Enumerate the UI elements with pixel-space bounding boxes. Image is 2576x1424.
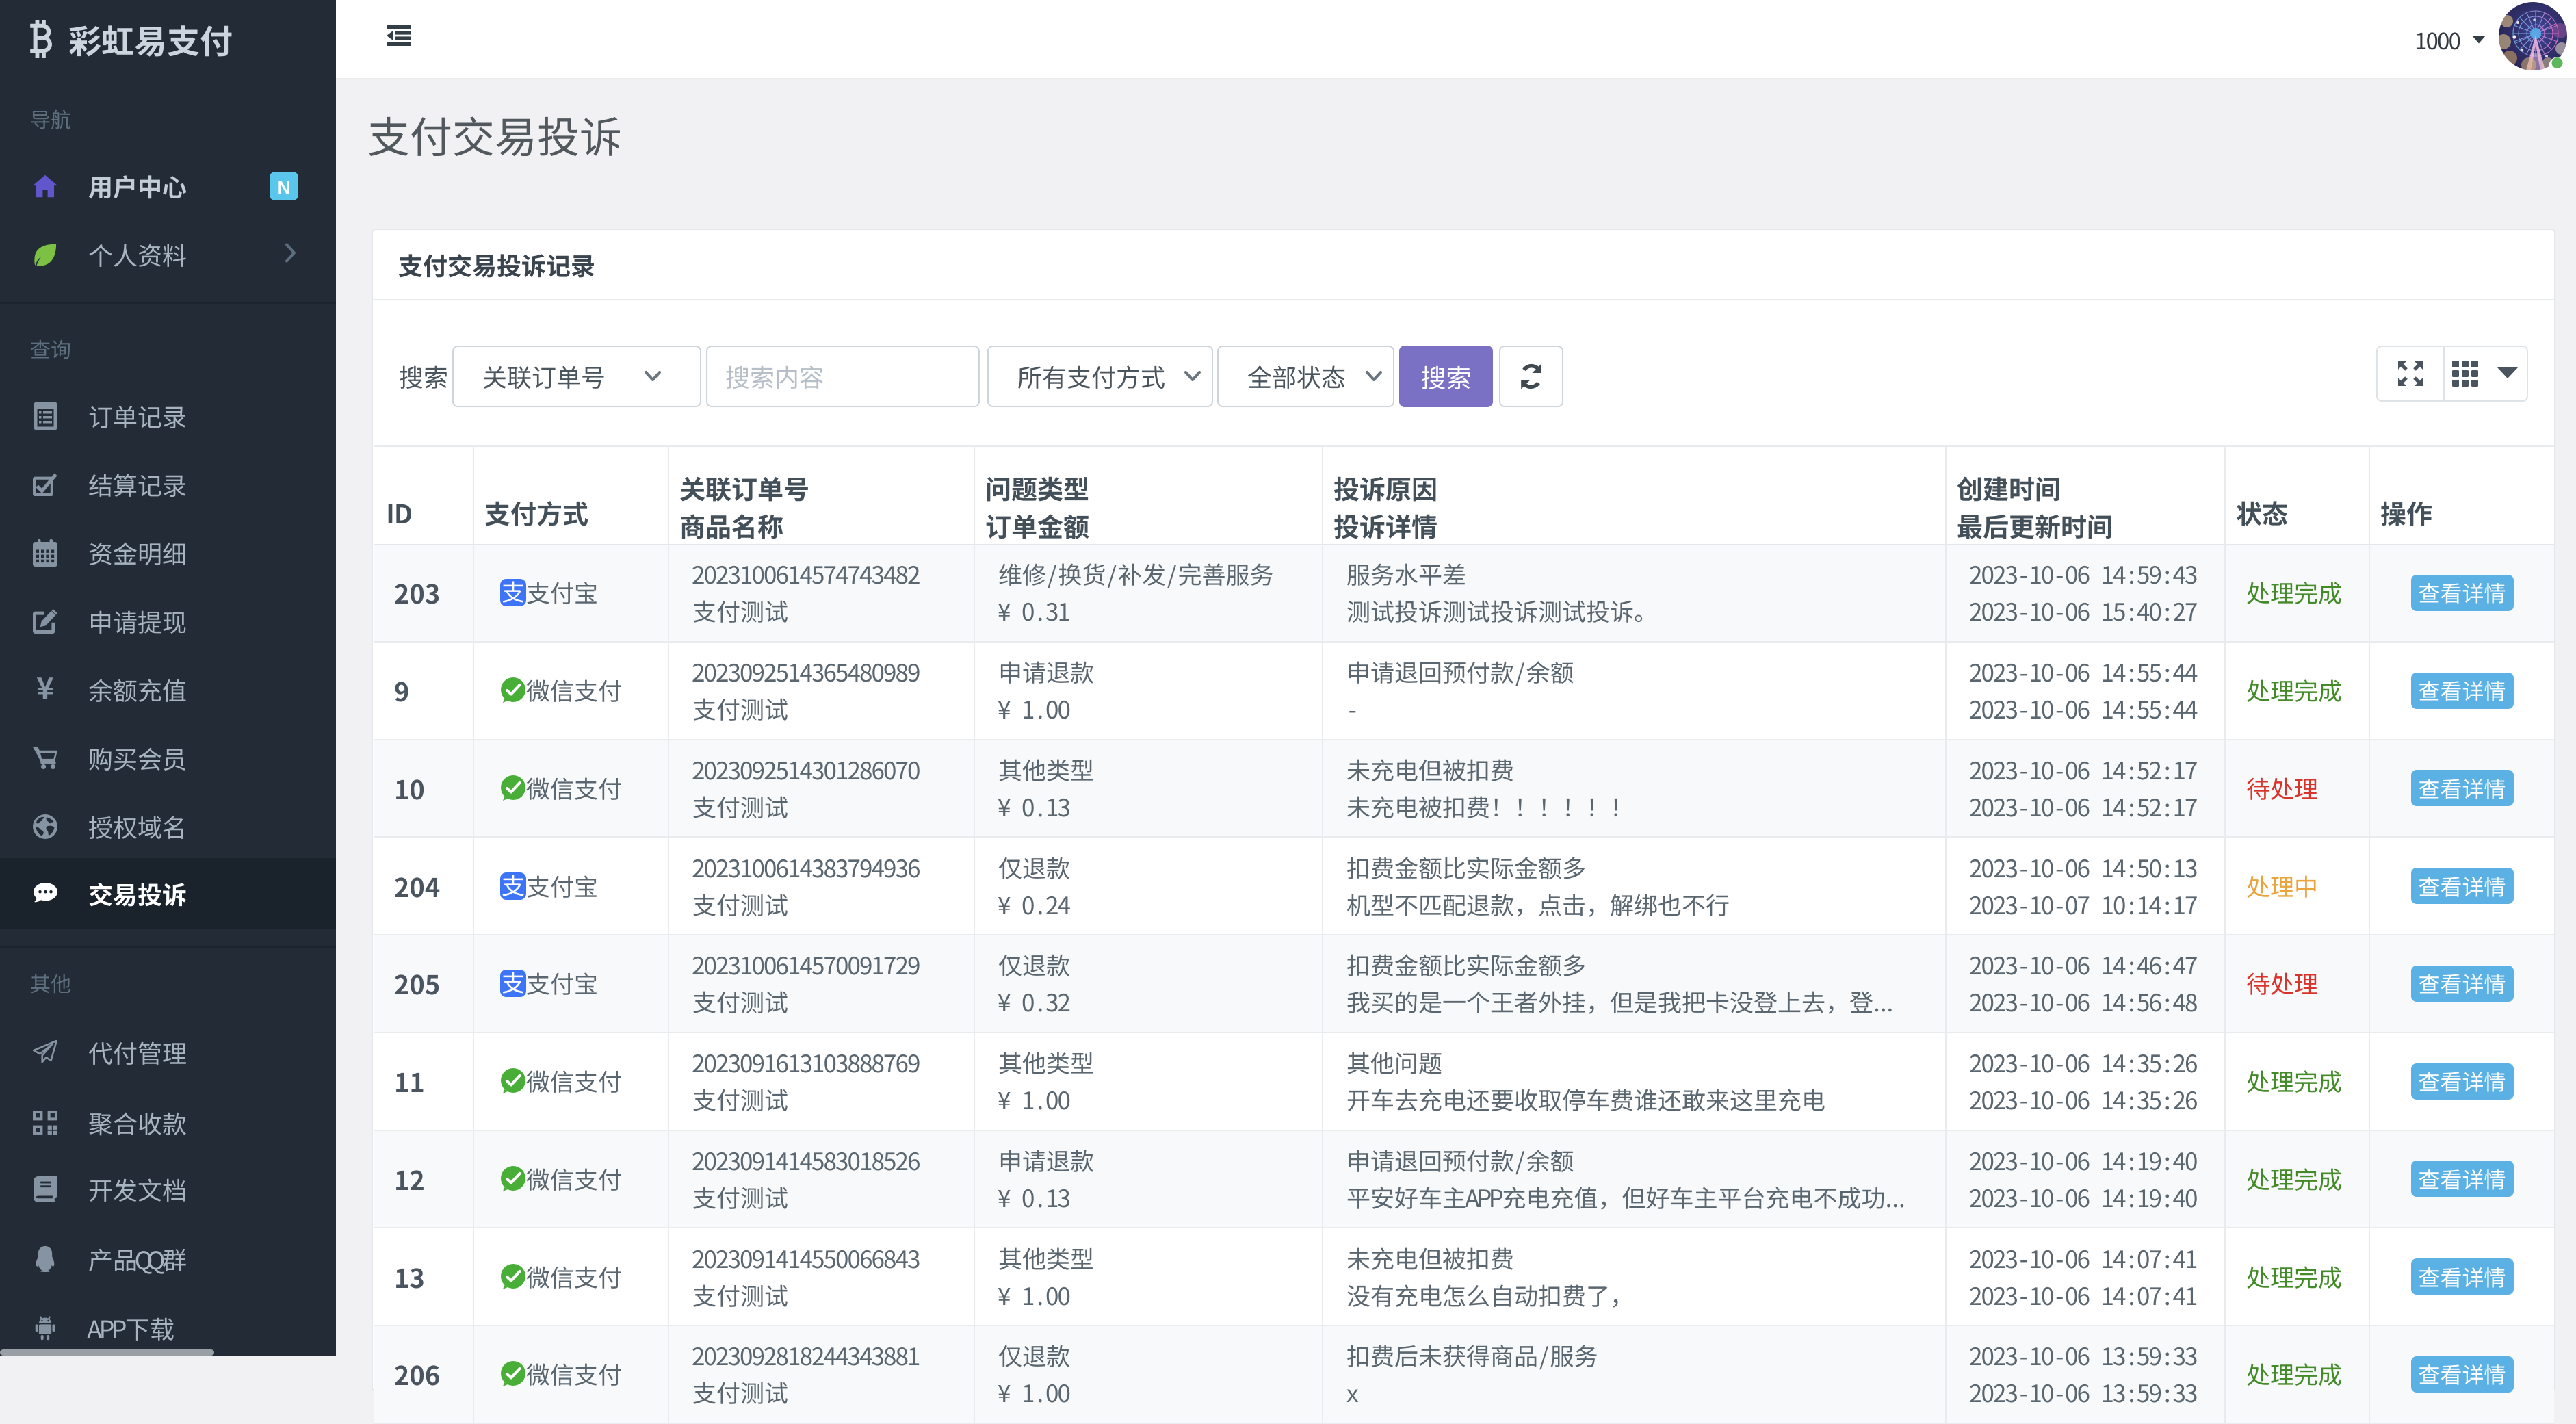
svg-text:支: 支	[502, 579, 525, 606]
svg-text:支: 支	[502, 970, 525, 997]
svg-text:支: 支	[502, 872, 525, 900]
svg-text:¥: ¥	[36, 676, 54, 703]
